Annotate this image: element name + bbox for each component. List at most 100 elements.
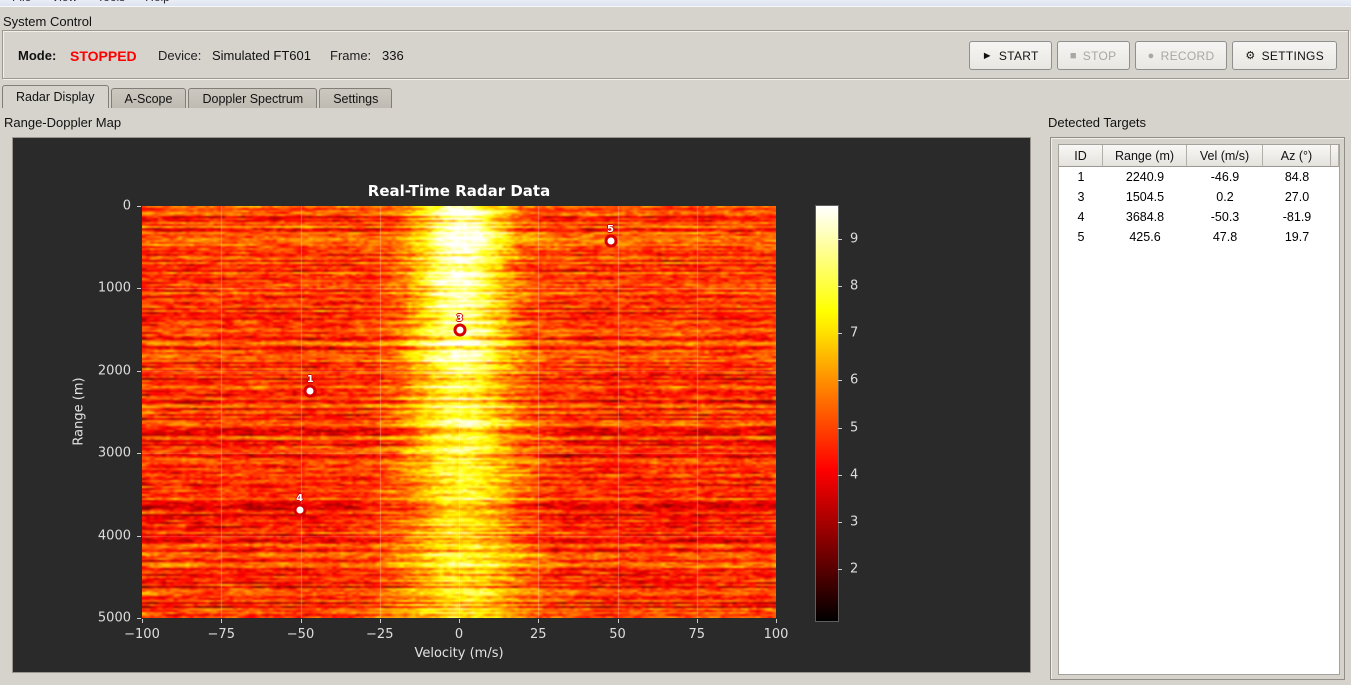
mode-value: STOPPED: [70, 48, 137, 64]
colorbar-tick-label: 5: [850, 420, 859, 436]
toolbar: ► START ■ STOP ● RECORD ⚙ SETTINGS: [968, 41, 1337, 70]
table-row[interactable]: 3 1504.5 0.2 27.0: [1059, 187, 1339, 207]
x-tick-label: 25: [529, 627, 547, 642]
y-tick-label: 0: [122, 198, 131, 214]
target-marker-label: 4: [296, 492, 304, 504]
column-header-velms[interactable]: Vel (m/s): [1187, 145, 1263, 167]
button-label: RECORD: [1160, 48, 1215, 63]
settings-button[interactable]: ⚙ SETTINGS: [1232, 41, 1337, 70]
x-tick-label: −25: [366, 627, 394, 642]
x-tick: [221, 619, 223, 623]
range-doppler-map-label: Range-Doppler Map: [4, 115, 122, 130]
button-label: START: [998, 48, 1039, 63]
colorbar-tick: [838, 427, 842, 429]
cell: 5: [1077, 230, 1085, 244]
menu-help[interactable]: Help: [135, 0, 180, 6]
tab-a-scope[interactable]: A-Scope: [110, 88, 187, 108]
x-tick-label: −100: [124, 627, 160, 642]
cell: 425.6: [1129, 230, 1161, 244]
y-tick-label: 1000: [97, 280, 131, 296]
gear-icon: ⚙: [1245, 50, 1256, 62]
app-window: FileViewToolsHelp System Control Mode: S…: [0, 0, 1351, 685]
colorbar-tick: [838, 380, 842, 382]
colorbar-tick: [838, 474, 842, 476]
cell: 4: [1077, 210, 1085, 224]
record-icon: ●: [1147, 49, 1155, 62]
cell: 3684.8: [1125, 210, 1165, 224]
y-axis-label: Range (m): [71, 377, 87, 446]
x-tick: [776, 619, 777, 623]
tab-doppler-spectrum[interactable]: Doppler Spectrum: [188, 88, 318, 108]
colorbar-tick: [838, 333, 842, 335]
colorbar-tick: [838, 569, 842, 571]
tab-bar: Radar Display A-Scope Doppler Spectrum Sett…: [2, 85, 394, 108]
tab-settings[interactable]: Settings: [319, 88, 393, 108]
device-value: Simulated FT601: [212, 48, 311, 63]
start-button[interactable]: ► START: [968, 41, 1052, 70]
detected-targets-table: ID Range (m) Vel (m/s) Az (°) 1 2240.9 -46.9 8…: [1058, 144, 1340, 675]
colorbar-tick-label: 7: [850, 325, 859, 341]
menu-tools[interactable]: Tools: [87, 0, 135, 6]
cell: 19.7: [1284, 230, 1310, 244]
colorbar-tick-label: 4: [850, 467, 859, 483]
system-control-label: System Control: [1, 14, 100, 30]
table-row[interactable]: 5 425.6 47.8 19.7: [1059, 227, 1339, 247]
column-header-rangem[interactable]: Range (m): [1103, 145, 1187, 167]
x-tick: [142, 619, 143, 623]
colorbar-tick: [838, 239, 842, 240]
target-marker-label: 3: [456, 312, 464, 324]
y-tick-label: 5000: [97, 610, 131, 626]
table-row[interactable]: 4 3684.8 -50.3 -81.9: [1059, 207, 1339, 227]
cell: 47.8: [1212, 230, 1238, 244]
record-button: ● RECORD: [1134, 41, 1228, 70]
target-marker-label: 1: [306, 373, 314, 385]
y-tick-label: 3000: [97, 445, 131, 461]
y-tick-label: 4000: [97, 528, 131, 544]
tab-radar-display[interactable]: Radar Display: [2, 85, 109, 108]
play-icon: ►: [981, 49, 993, 62]
cell: 1: [1077, 170, 1085, 184]
mode-label: Mode:: [18, 48, 57, 63]
y-tick: [137, 370, 141, 372]
cell: -50.3: [1210, 210, 1240, 224]
x-tick-label: 75: [688, 627, 706, 642]
stop-button: ■ STOP: [1056, 41, 1130, 70]
x-tick-label: 0: [454, 627, 464, 642]
button-label: STOP: [1082, 48, 1117, 63]
cell: 3: [1077, 190, 1085, 204]
range-doppler-heatmap: [142, 206, 776, 618]
column-header-az[interactable]: Az (°): [1263, 145, 1331, 167]
colorbar-tick-label: 3: [850, 514, 859, 530]
column-header-filler: [1331, 145, 1339, 167]
colorbar-tick: [838, 521, 842, 523]
colorbar-tick-label: 9: [850, 231, 859, 247]
x-tick: [696, 619, 698, 623]
x-tick-label: −75: [207, 627, 235, 642]
cell: 0.2: [1216, 190, 1234, 204]
target-marker-label: 5: [607, 224, 614, 236]
y-tick-label: 2000: [97, 363, 131, 379]
button-label: SETTINGS: [1261, 48, 1324, 63]
cell: -46.9: [1210, 170, 1240, 184]
detected-targets-panel: ID Range (m) Vel (m/s) Az (°) 1 2240.9 -46.9 8…: [1050, 137, 1345, 680]
menu-view[interactable]: View: [41, 0, 87, 6]
y-tick: [137, 453, 141, 455]
y-tick: [137, 206, 141, 207]
menu-file[interactable]: File: [2, 0, 41, 6]
colorbar-tick-label: 8: [850, 278, 859, 294]
colorbar-tick: [838, 286, 842, 288]
column-header-id[interactable]: ID: [1059, 145, 1103, 167]
x-axis-label: Velocity (m/s): [414, 646, 504, 661]
menu-items: FileViewToolsHelp: [2, 0, 180, 6]
cell: 84.8: [1284, 170, 1310, 184]
target-marker: [453, 323, 467, 337]
frame-value: 336: [382, 48, 404, 63]
cell: 27.0: [1284, 190, 1310, 204]
table-row[interactable]: 1 2240.9 -46.9 84.8: [1059, 167, 1339, 187]
target-marker: [604, 234, 618, 248]
y-tick: [137, 535, 141, 537]
y-tick: [137, 618, 141, 619]
cell: 1504.5: [1125, 190, 1165, 204]
menu-bar: FileViewToolsHelp: [0, 0, 1351, 7]
target-marker: [303, 384, 317, 398]
